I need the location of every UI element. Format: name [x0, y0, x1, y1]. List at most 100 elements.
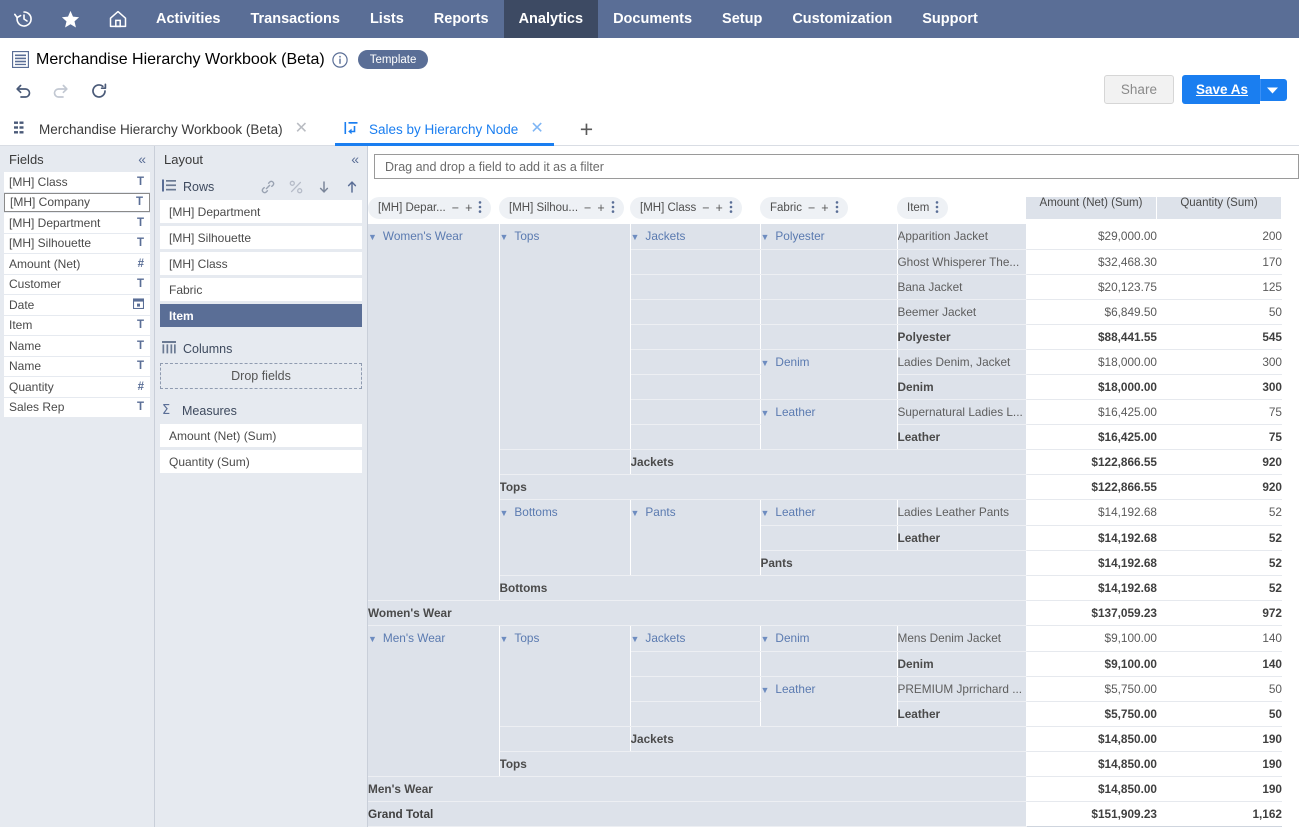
pivot-class-cell[interactable]: Pants — [760, 550, 1027, 576]
nav-item-support[interactable]: Support — [907, 0, 993, 38]
filter-dropzone[interactable]: Drag and drop a field to add it as a fil… — [374, 154, 1299, 179]
row-field-chip-mh-department[interactable]: [MH] Department — [160, 200, 362, 223]
dimension-menu-icon[interactable] — [729, 200, 733, 217]
nav-item-lists[interactable]: Lists — [355, 0, 419, 38]
tab-close-icon[interactable]: ✕ — [295, 121, 308, 137]
field-item-sales-rep[interactable]: Sales Rep T — [4, 397, 150, 417]
redo-button[interactable] — [50, 80, 72, 102]
pivot-item-cell[interactable]: Ghost Whisperer The... — [897, 249, 1027, 275]
pivot-class-cell[interactable]: ▼ Jackets — [630, 625, 761, 652]
pivot-item-cell[interactable]: PREMIUM Jprrichard ... — [897, 676, 1027, 702]
pivot-item-cell[interactable]: Denim — [897, 374, 1027, 400]
refresh-button[interactable] — [88, 80, 110, 102]
field-item-customer[interactable]: Customer T — [4, 274, 150, 294]
pivot-department-cell[interactable]: Men's Wear — [368, 776, 1027, 802]
chevron-down-icon[interactable]: ▼ — [761, 501, 770, 525]
nav-item-reports[interactable]: Reports — [419, 0, 504, 38]
pivot-fabric-cell[interactable]: ▼ Leather — [760, 499, 898, 526]
pivot-item-cell[interactable]: Supernatural Ladies L... — [897, 399, 1027, 425]
pivot-item-cell[interactable]: Beemer Jacket — [897, 299, 1027, 325]
pivot-item-cell[interactable]: Leather — [897, 424, 1027, 450]
nav-item-analytics[interactable]: Analytics — [503, 0, 599, 38]
save-as-dropdown-caret-icon[interactable] — [1260, 78, 1287, 101]
row-field-chip-mh-class[interactable]: [MH] Class — [160, 252, 362, 275]
field-item-name[interactable]: Name T — [4, 336, 150, 356]
expand-level-icon[interactable]: + — [597, 201, 604, 215]
dimension-pill[interactable]: Item — [897, 197, 949, 219]
share-button[interactable]: Share — [1103, 75, 1174, 104]
pivot-fabric-cell[interactable]: ▼ Denim — [760, 625, 898, 652]
nav-item-transactions[interactable]: Transactions — [235, 0, 354, 38]
pivot-item-cell[interactable]: Ladies Denim, Jacket — [897, 349, 1027, 375]
chevron-down-icon[interactable]: ▼ — [631, 627, 640, 651]
collapse-level-icon[interactable]: − — [808, 201, 815, 215]
pivot-item-cell[interactable]: Ladies Leather Pants — [897, 499, 1027, 526]
recent-history-icon[interactable] — [0, 0, 47, 38]
chevron-down-icon[interactable]: ▼ — [761, 225, 770, 249]
pivot-class-cell[interactable]: Jackets — [630, 449, 1027, 475]
pivot-measure-header-2[interactable]: Quantity (Sum) — [1157, 197, 1282, 224]
pivot-silhouette-cell[interactable]: Tops — [499, 751, 1027, 777]
dimension-pill[interactable]: Fabric − + — [760, 197, 848, 219]
collapse-level-icon[interactable]: − — [584, 201, 591, 215]
dimension-menu-icon[interactable] — [835, 200, 839, 217]
row-field-chip-item[interactable]: Item — [160, 304, 362, 327]
field-item-name[interactable]: Name T — [4, 356, 150, 376]
dimension-menu-icon[interactable] — [611, 200, 615, 217]
chevron-down-icon[interactable]: ▼ — [368, 627, 377, 651]
chevron-down-icon[interactable]: ▼ — [761, 401, 770, 425]
collapse-level-icon[interactable]: − — [702, 201, 709, 215]
pivot-item-cell[interactable]: Polyester — [897, 324, 1027, 350]
field-item-item[interactable]: Item T — [4, 315, 150, 335]
pivot-item-cell[interactable]: Denim — [897, 651, 1027, 677]
pivot-fabric-cell[interactable]: ▼ Polyester — [760, 224, 898, 250]
unlink-icon[interactable] — [289, 180, 303, 194]
pivot-item-cell[interactable]: Bana Jacket — [897, 274, 1027, 300]
shortcuts-star-icon[interactable] — [47, 0, 94, 38]
field-item-mh-silhouette[interactable]: [MH] Silhouette T — [4, 233, 150, 253]
layout-panel-collapse-icon[interactable]: « — [351, 152, 359, 166]
nav-item-activities[interactable]: Activities — [141, 0, 235, 38]
chevron-down-icon[interactable]: ▼ — [761, 351, 770, 375]
pivot-item-cell[interactable]: Leather — [897, 701, 1027, 727]
pivot-class-cell[interactable]: Jackets — [630, 726, 1027, 752]
home-icon[interactable] — [94, 0, 141, 38]
nav-item-documents[interactable]: Documents — [598, 0, 707, 38]
dimension-menu-icon[interactable] — [478, 200, 482, 217]
dimension-pill[interactable]: [MH] Class − + — [630, 197, 742, 219]
collapse-level-icon[interactable]: − — [452, 201, 459, 215]
fields-panel-collapse-icon[interactable]: « — [138, 152, 146, 166]
pivot-department-cell[interactable]: Women's Wear — [368, 600, 1027, 626]
pivot-silhouette-cell[interactable]: ▼ Tops — [499, 625, 631, 727]
pivot-class-cell[interactable]: ▼ Pants — [630, 499, 761, 576]
expand-level-icon[interactable]: + — [821, 201, 828, 215]
info-icon[interactable] — [332, 51, 348, 68]
pivot-fabric-cell[interactable]: ▼ Denim — [760, 349, 898, 400]
pivot-item-cell[interactable]: Apparition Jacket — [897, 224, 1027, 250]
field-item-mh-company[interactable]: [MH] Company T — [4, 192, 150, 212]
link-icon[interactable] — [261, 180, 275, 194]
nav-item-customization[interactable]: Customization — [777, 0, 907, 38]
pivot-silhouette-cell[interactable]: Bottoms — [499, 575, 1027, 601]
dimension-menu-icon[interactable] — [935, 200, 939, 217]
chevron-down-icon[interactable]: ▼ — [500, 627, 509, 651]
columns-dropzone[interactable]: Drop fields — [160, 363, 362, 389]
chevron-down-icon[interactable]: ▼ — [631, 501, 640, 525]
sort-down-icon[interactable] — [317, 180, 331, 194]
nav-item-setup[interactable]: Setup — [707, 0, 777, 38]
chevron-down-icon[interactable]: ▼ — [368, 225, 377, 249]
pivot-department-cell[interactable]: ▼ Women's Wear — [368, 224, 500, 601]
pivot-department-cell[interactable]: ▼ Men's Wear — [368, 625, 500, 777]
field-item-amount-net[interactable]: Amount (Net) # — [4, 254, 150, 274]
sort-up-icon[interactable] — [345, 180, 359, 194]
pivot-measure-header-1[interactable]: Amount (Net) (Sum) — [1026, 197, 1157, 224]
dimension-pill[interactable]: [MH] Silhou... − + — [499, 197, 624, 219]
tab-close-icon[interactable]: ✕ — [530, 121, 543, 137]
dimension-pill[interactable]: [MH] Depar... − + — [368, 197, 492, 219]
expand-level-icon[interactable]: + — [465, 201, 472, 215]
chevron-down-icon[interactable]: ▼ — [761, 627, 770, 651]
workbook-tab-2[interactable]: Sales by Hierarchy Node ✕ — [335, 113, 554, 146]
field-item-date[interactable]: Date — [4, 295, 150, 315]
add-tab-button[interactable]: + — [580, 118, 593, 145]
pivot-silhouette-cell[interactable]: Tops — [499, 474, 1027, 500]
